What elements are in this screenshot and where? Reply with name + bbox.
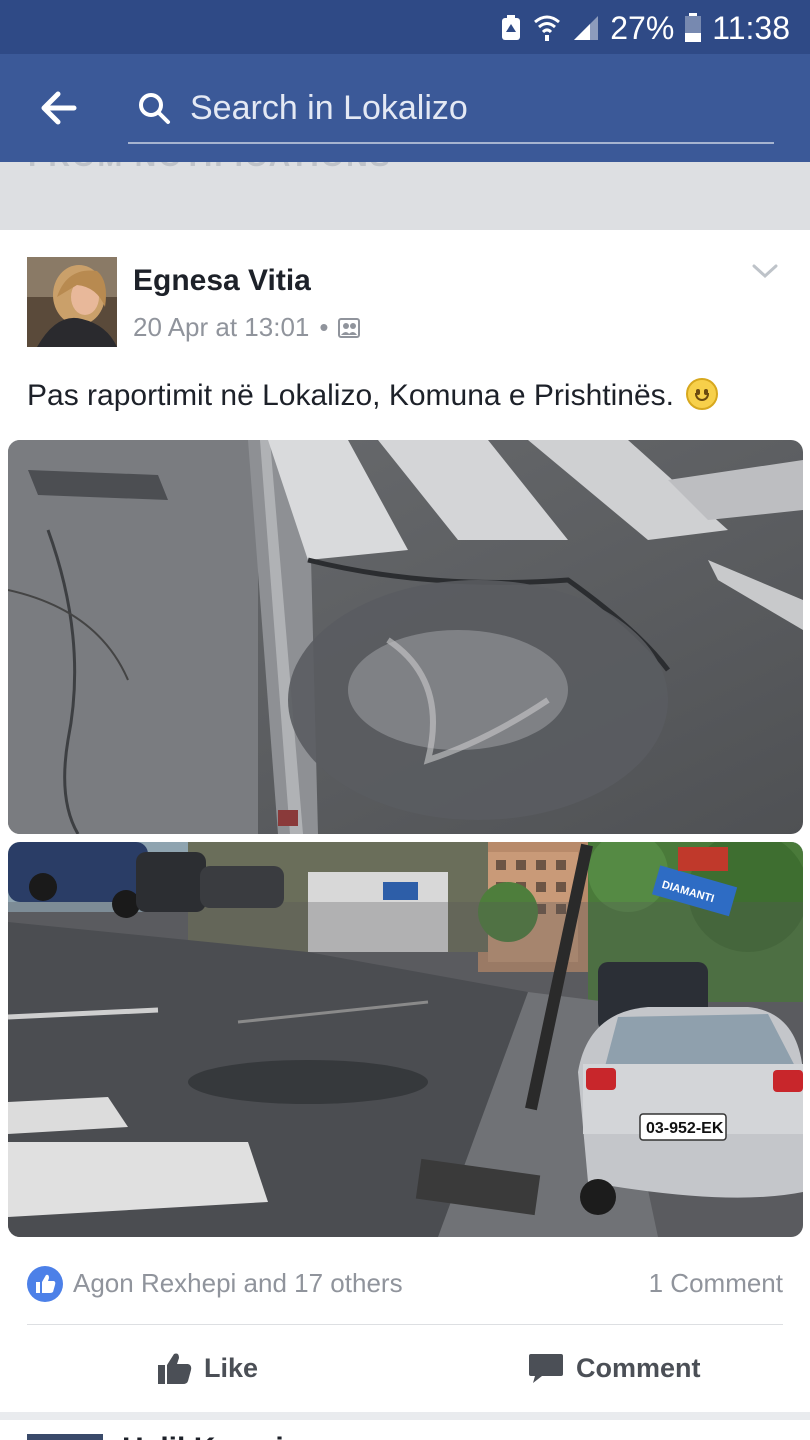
comment-icon xyxy=(529,1354,563,1383)
status-icons: 27% 11:38 xyxy=(500,8,790,48)
likers-summary[interactable]: Agon Rexhepi and 17 others xyxy=(73,1268,403,1299)
like-label: Like xyxy=(204,1352,259,1383)
avatar[interactable] xyxy=(27,257,117,347)
avatar-photo xyxy=(27,257,117,347)
back-button[interactable] xyxy=(34,82,90,134)
search-header xyxy=(0,54,810,162)
friends-audience-icon xyxy=(338,317,361,338)
section-header-label: FROM NOTIFICATIONS xyxy=(28,162,392,174)
battery-percent: 27% xyxy=(610,9,675,46)
search-field[interactable] xyxy=(128,78,774,144)
like-button[interactable]: Like xyxy=(156,1340,258,1396)
battery-saver-icon xyxy=(502,15,521,40)
next-post-avatar[interactable] xyxy=(27,1434,103,1440)
smiley-emoji-icon xyxy=(686,378,719,410)
post-text-body: Pas raportimit në Lokalizo, Komuna e Pri… xyxy=(27,379,674,412)
thumbs-up-icon xyxy=(158,1353,192,1384)
street-with-cars-photo[interactable]: DIAMANTI 03-952-EK xyxy=(8,842,803,1237)
chevron-down-icon[interactable] xyxy=(750,260,780,282)
comment-label: Comment xyxy=(576,1352,701,1383)
search-input[interactable] xyxy=(190,82,760,134)
license-plate-text: 03-952-EK xyxy=(646,1120,724,1137)
post-author[interactable]: Egnesa Vitia xyxy=(133,264,311,298)
comment-button[interactable]: Comment xyxy=(528,1340,701,1396)
post-text: Pas raportimit në Lokalizo, Komuna e Pri… xyxy=(27,378,719,413)
status-bar: 27% 11:38 xyxy=(0,0,810,54)
battery-icon xyxy=(685,13,702,42)
search-icon xyxy=(139,93,170,124)
comment-count[interactable]: 1 Comment xyxy=(649,1268,783,1299)
section-header: FROM NOTIFICATIONS xyxy=(0,162,810,230)
next-post-author[interactable]: Halil Kryeziu xyxy=(122,1432,302,1440)
wifi-calling-icon xyxy=(534,15,561,41)
back-arrow-icon xyxy=(41,91,77,125)
meta-separator: • xyxy=(319,312,329,342)
like-reaction-icon xyxy=(27,1266,63,1302)
divider xyxy=(27,1324,783,1325)
post-meta: 20 Apr at 13:01 • xyxy=(133,312,361,343)
reactions-row: Agon Rexhepi and 17 others 1 Comment xyxy=(27,1264,783,1304)
pothole-closeup-photo[interactable] xyxy=(8,440,803,834)
post-timestamp[interactable]: 20 Apr at 13:01 xyxy=(133,312,309,343)
clock: 11:38 xyxy=(712,9,790,46)
post-card: Egnesa Vitia 20 Apr at 13:01 • Pas rapor… xyxy=(0,230,810,1412)
next-post-card: Halil Kryeziu xyxy=(0,1420,810,1440)
signal-icon xyxy=(574,16,599,40)
